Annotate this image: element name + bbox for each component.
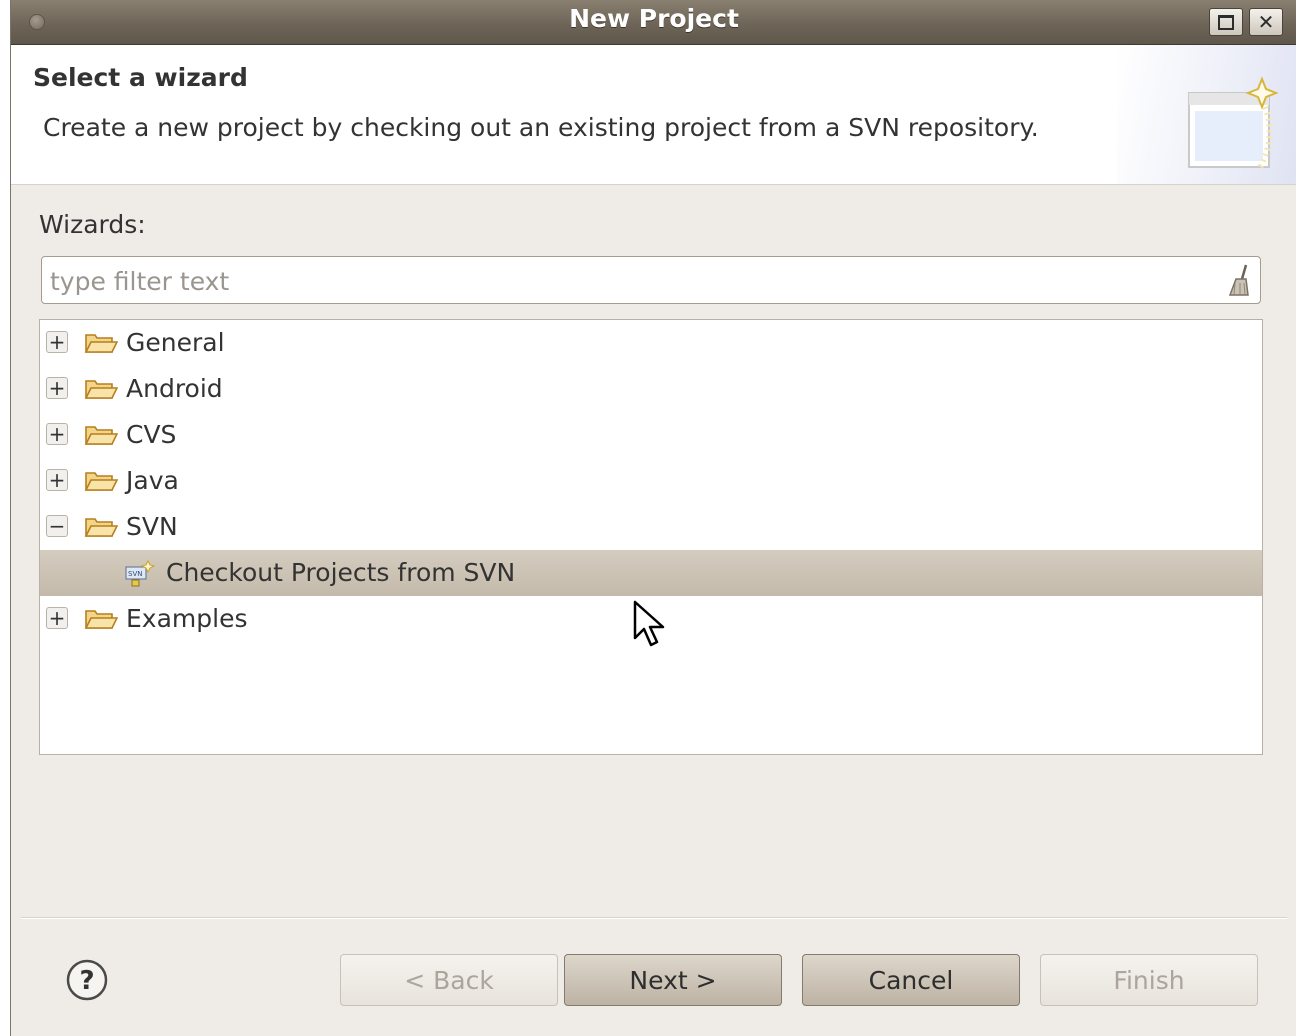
folder-open-icon <box>84 518 118 537</box>
tree-item-label: Checkout Projects from SVN <box>166 558 516 587</box>
collapse-icon[interactable]: − <box>46 515 68 537</box>
svn-checkout-icon: SVN <box>125 559 156 587</box>
cancel-button[interactable]: Cancel <box>802 954 1020 1006</box>
next-button[interactable]: Next > <box>564 954 782 1006</box>
header-description: Create a new project by checking out an … <box>43 113 1039 142</box>
back-button[interactable]: < Back <box>340 954 558 1006</box>
folder-open-icon <box>84 380 118 399</box>
expand-icon[interactable]: + <box>46 469 68 491</box>
tree-item-checkout-projects-from-svn[interactable]: SVN Checkout Projects from SVN <box>40 550 1262 596</box>
new-wizard-icon <box>1188 76 1279 171</box>
tree-item-svn[interactable]: − SVN <box>40 504 1262 550</box>
wizard-tree[interactable]: + General + Android + CVS + Java − SVN S… <box>39 319 1263 755</box>
help-icon[interactable]: ? <box>65 958 109 1002</box>
folder-open-icon <box>84 426 118 445</box>
clear-filter-icon[interactable] <box>1226 263 1252 297</box>
header-title: Select a wizard <box>33 63 248 92</box>
close-icon: ✕ <box>1257 10 1275 34</box>
folder-open-icon <box>84 472 118 491</box>
button-bar-separator <box>21 917 1287 919</box>
svg-text:?: ? <box>79 966 94 996</box>
wizards-label: Wizards: <box>39 210 146 239</box>
new-project-dialog: New Project ✕ Select a wizard Create a n… <box>10 0 1296 1036</box>
tree-item-cvs[interactable]: + CVS <box>40 412 1262 458</box>
tree-item-android[interactable]: + Android <box>40 366 1262 412</box>
maximize-icon <box>1218 14 1234 30</box>
folder-open-icon <box>84 610 118 629</box>
tree-item-label: General <box>126 328 225 357</box>
filter-field[interactable] <box>41 256 1261 305</box>
folder-open-icon <box>84 334 118 353</box>
tree-item-label: Java <box>126 466 179 495</box>
close-button[interactable]: ✕ <box>1249 8 1283 36</box>
filter-input[interactable] <box>48 257 1216 305</box>
expand-icon[interactable]: + <box>46 607 68 629</box>
maximize-button[interactable] <box>1209 8 1243 36</box>
svg-text:SVN: SVN <box>128 570 142 578</box>
wizard-header: Select a wizard Create a new project by … <box>11 45 1296 185</box>
tree-item-general[interactable]: + General <box>40 320 1262 366</box>
expand-icon[interactable]: + <box>46 331 68 353</box>
tree-item-label: Android <box>126 374 223 403</box>
tree-item-label: Examples <box>126 604 248 633</box>
tree-item-label: CVS <box>126 420 177 449</box>
title-bar[interactable]: New Project ✕ <box>11 0 1296 45</box>
background-window-edge <box>0 0 10 1036</box>
expand-icon[interactable]: + <box>46 423 68 445</box>
mouse-pointer-icon <box>633 600 665 647</box>
window-title: New Project <box>569 4 739 33</box>
tree-item-label: SVN <box>126 512 178 541</box>
tree-item-java[interactable]: + Java <box>40 458 1262 504</box>
expand-icon[interactable]: + <box>46 377 68 399</box>
finish-button[interactable]: Finish <box>1040 954 1258 1006</box>
wizard-banner <box>1117 45 1296 184</box>
